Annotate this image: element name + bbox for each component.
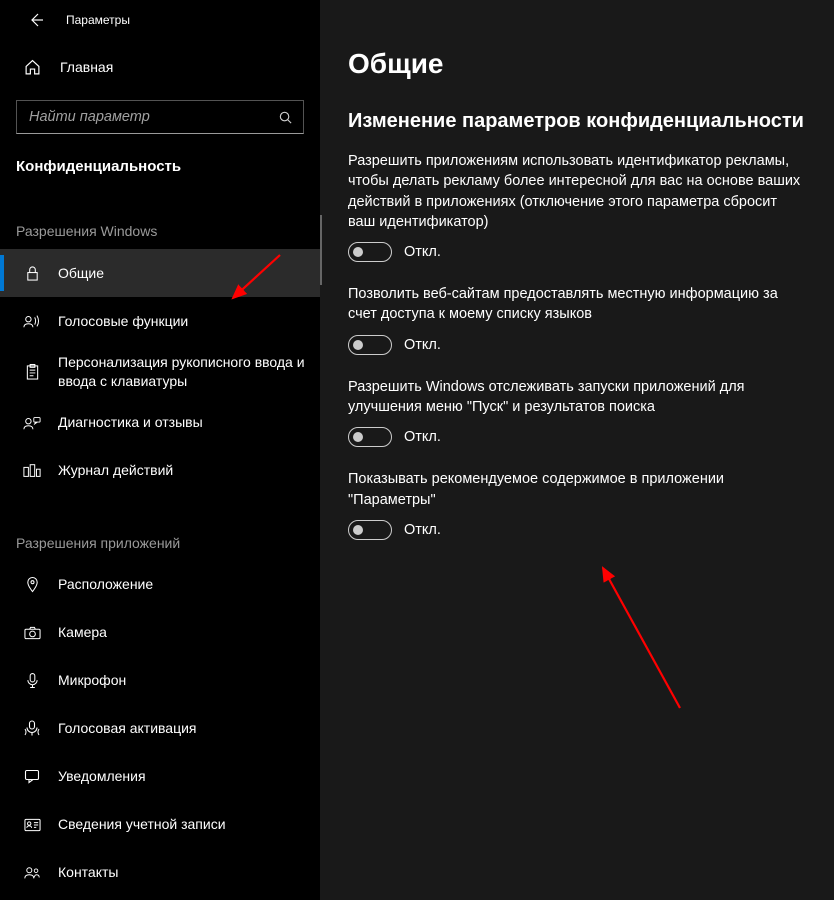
setting-description: Разрешить Windows отслеживать запуски пр… <box>348 377 808 418</box>
microphone-icon <box>22 672 42 690</box>
speech-icon <box>22 313 42 329</box>
nav-item-speech[interactable]: Голосовые функции <box>0 297 320 345</box>
nav-label: Микрофон <box>58 671 126 690</box>
nav-label: Диагностика и отзывы <box>58 413 203 432</box>
scrollbar[interactable] <box>320 215 322 285</box>
toggle-state: Откл. <box>404 244 441 260</box>
lock-icon <box>22 265 42 282</box>
back-button[interactable] <box>26 10 46 30</box>
nav-label: Расположение <box>58 575 153 594</box>
toggle-state: Откл. <box>404 522 441 538</box>
toggle-switch[interactable] <box>348 520 392 540</box>
nav-item-activity-history[interactable]: Журнал действий <box>0 447 320 495</box>
feedback-icon <box>22 415 42 431</box>
nav-item-diagnostics[interactable]: Диагностика и отзывы <box>0 399 320 447</box>
nav-label: Сведения учетной записи <box>58 815 226 834</box>
search-container <box>0 90 320 144</box>
nav-item-location[interactable]: Расположение <box>0 561 320 609</box>
location-icon <box>22 576 42 594</box>
category-title: Конфиденциальность <box>0 144 320 183</box>
clipboard-icon <box>22 363 42 381</box>
search-box[interactable] <box>16 100 304 134</box>
section-heading: Изменение параметров конфиденциальности <box>348 110 810 133</box>
group-title-windows-permissions: Разрешения Windows <box>0 183 320 249</box>
setting-description: Разрешить приложениям использовать идент… <box>348 151 808 232</box>
nav-item-microphone[interactable]: Микрофон <box>0 657 320 705</box>
nav-item-general[interactable]: Общие <box>0 249 320 297</box>
arrow-left-icon <box>28 12 44 28</box>
group-title-app-permissions: Разрешения приложений <box>0 495 320 561</box>
setting-app-launch-tracking: Разрешить Windows отслеживать запуски пр… <box>348 377 810 448</box>
setting-advertising-id: Разрешить приложениям использовать идент… <box>348 151 810 262</box>
nav-label: Голосовые функции <box>58 312 188 331</box>
account-info-icon <box>22 818 42 832</box>
contacts-icon <box>22 865 42 880</box>
setting-description: Показывать рекомендуемое содержимое в пр… <box>348 469 808 510</box>
nav-label: Голосовая активация <box>58 719 197 738</box>
toggle-row: Откл. <box>348 242 810 262</box>
nav-item-camera[interactable]: Камера <box>0 609 320 657</box>
nav-label: Общие <box>58 264 104 283</box>
toggle-row: Откл. <box>348 520 810 540</box>
search-icon <box>278 110 293 125</box>
home-icon <box>22 59 42 76</box>
notifications-icon <box>22 769 42 784</box>
sidebar: Параметры Главная Конфиденциальность Раз… <box>0 0 320 900</box>
nav-label: Персонализация рукописного ввода и ввода… <box>58 353 310 391</box>
nav-item-ink-typing[interactable]: Персонализация рукописного ввода и ввода… <box>0 345 320 399</box>
toggle-switch[interactable] <box>348 427 392 447</box>
home-label: Главная <box>60 59 113 75</box>
voice-activation-icon <box>22 720 42 738</box>
nav-item-voice-activation[interactable]: Голосовая активация <box>0 705 320 753</box>
nav-label: Уведомления <box>58 767 146 786</box>
nav-item-notifications[interactable]: Уведомления <box>0 753 320 801</box>
toggle-state: Откл. <box>404 337 441 353</box>
setting-website-language-list: Позволить веб-сайтам предоставлять местн… <box>348 284 810 355</box>
toggle-row: Откл. <box>348 335 810 355</box>
nav-label: Контакты <box>58 863 118 882</box>
setting-description: Позволить веб-сайтам предоставлять местн… <box>348 284 808 325</box>
page-heading: Общие <box>348 48 810 80</box>
setting-suggested-content: Показывать рекомендуемое содержимое в пр… <box>348 469 810 540</box>
toggle-switch[interactable] <box>348 335 392 355</box>
toggle-state: Откл. <box>404 429 441 445</box>
content-pane: Общие Изменение параметров конфиденциаль… <box>320 0 834 900</box>
search-input[interactable] <box>29 109 249 125</box>
camera-icon <box>22 626 42 640</box>
nav-item-account-info[interactable]: Сведения учетной записи <box>0 801 320 849</box>
home-link[interactable]: Главная <box>0 44 320 90</box>
nav-label: Камера <box>58 623 107 642</box>
titlebar: Параметры <box>0 0 320 44</box>
toggle-row: Откл. <box>348 427 810 447</box>
activity-history-icon <box>22 463 42 479</box>
nav-item-contacts[interactable]: Контакты <box>0 849 320 897</box>
app-title: Параметры <box>66 13 130 27</box>
toggle-switch[interactable] <box>348 242 392 262</box>
nav-label: Журнал действий <box>58 461 173 480</box>
